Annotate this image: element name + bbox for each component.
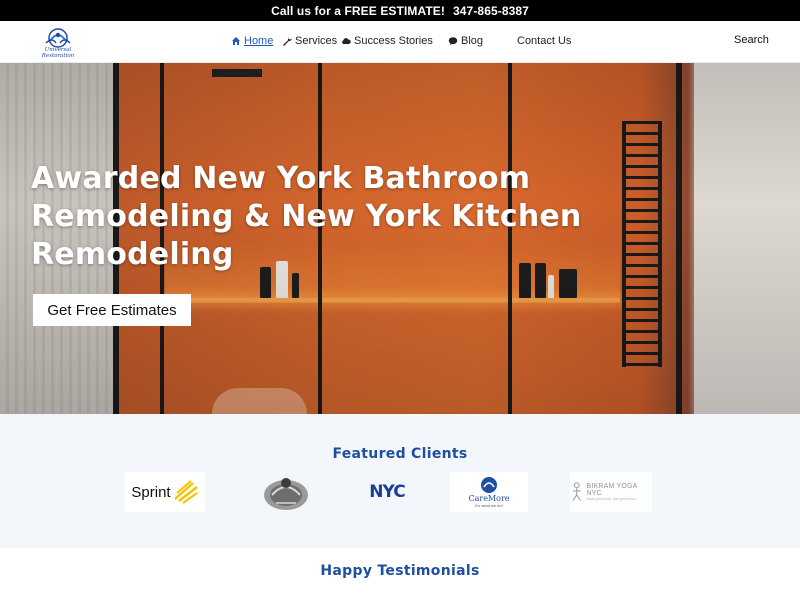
featured-clients-heading: Featured Clients — [0, 446, 800, 462]
sprint-swoosh-icon — [173, 479, 199, 505]
nyc-logo-text: NYC — [369, 482, 404, 502]
wrench-icon — [282, 36, 292, 46]
client-logo-bikram-yoga: BIKRAM YOGA NYC reset your body...live y… — [570, 472, 652, 512]
testimonials-heading: Happy Testimonials — [0, 563, 800, 579]
client-logo-caremore: CareMore It's what we do! — [450, 472, 528, 512]
nav-item-contact-us[interactable]: Contact Us — [517, 35, 571, 47]
caremore-tagline: It's what we do! — [475, 503, 502, 508]
nav-label-contact-us: Contact Us — [517, 35, 571, 47]
circular-seal-icon — [262, 473, 310, 511]
featured-clients-section: Featured Clients Sprint NYC CareMore It'… — [0, 414, 800, 548]
home-icon — [231, 36, 241, 46]
nav-item-blog[interactable]: Blog — [448, 35, 483, 47]
caremore-emblem-icon — [479, 476, 499, 494]
nav-item-home[interactable]: Home — [231, 35, 273, 47]
nav-label-success-stories: Success Stories — [354, 35, 433, 47]
search-button[interactable]: Search — [734, 34, 769, 46]
client-logo-nyc: NYC — [362, 472, 412, 512]
bikram-yoga-tagline: reset your body...live your mind... — [586, 497, 652, 501]
yoga-figure-icon — [570, 481, 583, 503]
testimonials-section: Happy Testimonials — [0, 548, 800, 600]
phone-number-link[interactable]: 347-865-8387 — [453, 4, 529, 18]
top-announcement-bar: Call us for a FREE ESTIMATE! 347-865-838… — [0, 0, 800, 21]
hero-title: Awarded New York Bathroom Remodeling & N… — [31, 160, 591, 274]
site-header: Universal Restoration Home Services Succ… — [0, 21, 800, 63]
caremore-logo-text: CareMore — [468, 494, 509, 503]
sprint-logo-text: Sprint — [131, 484, 170, 501]
get-free-estimates-button[interactable]: Get Free Estimates — [33, 294, 191, 326]
client-logo-sprint: Sprint — [125, 472, 205, 512]
nav-label-home: Home — [244, 35, 273, 47]
nav-label-services: Services — [295, 35, 337, 47]
nav-item-success-stories[interactable]: Success Stories — [341, 35, 433, 47]
cloud-icon — [341, 36, 351, 46]
nav-label-blog: Blog — [461, 35, 483, 47]
client-logo-seal — [260, 472, 312, 512]
nav-item-services[interactable]: Services — [282, 35, 337, 47]
bikram-yoga-logo-text: BIKRAM YOGA NYC — [586, 483, 652, 497]
main-navigation: Home Services Success Stories Blog Conta… — [0, 21, 800, 63]
free-estimate-text: Call us for a FREE ESTIMATE! — [271, 4, 445, 18]
hero-banner: Awarded New York Bathroom Remodeling & N… — [0, 63, 800, 414]
chat-bubble-icon — [448, 36, 458, 46]
